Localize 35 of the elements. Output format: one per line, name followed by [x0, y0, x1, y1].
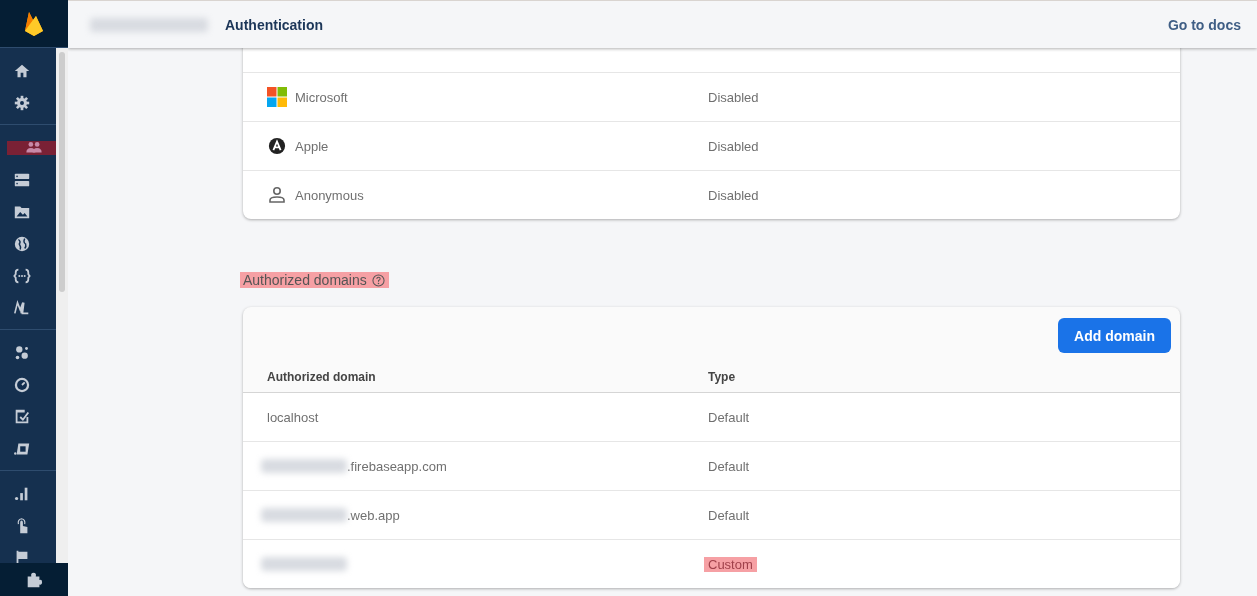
section-heading: Authorized domains [240, 272, 389, 288]
functions-icon [13, 267, 31, 285]
provider-status: Disabled [708, 89, 759, 105]
home-icon [13, 62, 31, 80]
help-icon[interactable] [371, 273, 385, 287]
checklist-icon [13, 408, 31, 426]
page-title: Authentication [225, 16, 323, 33]
domain-type: Default [708, 507, 750, 523]
domain-type: Default [708, 409, 750, 425]
provider-name: Apple [295, 138, 329, 154]
column-header: Type [708, 370, 736, 384]
globe-icon [13, 235, 31, 253]
microsoft-logo-icon [267, 87, 287, 107]
provider-status: Disabled [708, 187, 759, 203]
person-icon [267, 185, 287, 205]
ml-icon [13, 299, 31, 317]
domain-name: localhost [267, 409, 319, 425]
puzzle-icon [25, 570, 43, 589]
provider-name: Microsoft [295, 89, 348, 105]
scrollbar-thumb[interactable] [59, 52, 65, 292]
domain-type: Default [708, 458, 750, 474]
docs-link[interactable]: Go to docs [1167, 16, 1241, 33]
gauge-icon [13, 376, 31, 394]
flame-logo-icon [24, 10, 44, 37]
database-icon [13, 171, 31, 189]
domain-name: .firebaseapp.com [347, 458, 447, 474]
column-header: Authorized domain [267, 370, 376, 384]
apple-logo-icon [268, 137, 286, 155]
domain-name: .web.app [347, 507, 400, 523]
provider-status: Disabled [708, 138, 759, 154]
provider-name: Anonymous [295, 187, 364, 203]
domain-type: Custom [704, 556, 757, 572]
app-logo[interactable] [0, 0, 68, 48]
settings-icon [13, 94, 31, 112]
add-domain-button[interactable]: Add domain [1058, 318, 1171, 353]
